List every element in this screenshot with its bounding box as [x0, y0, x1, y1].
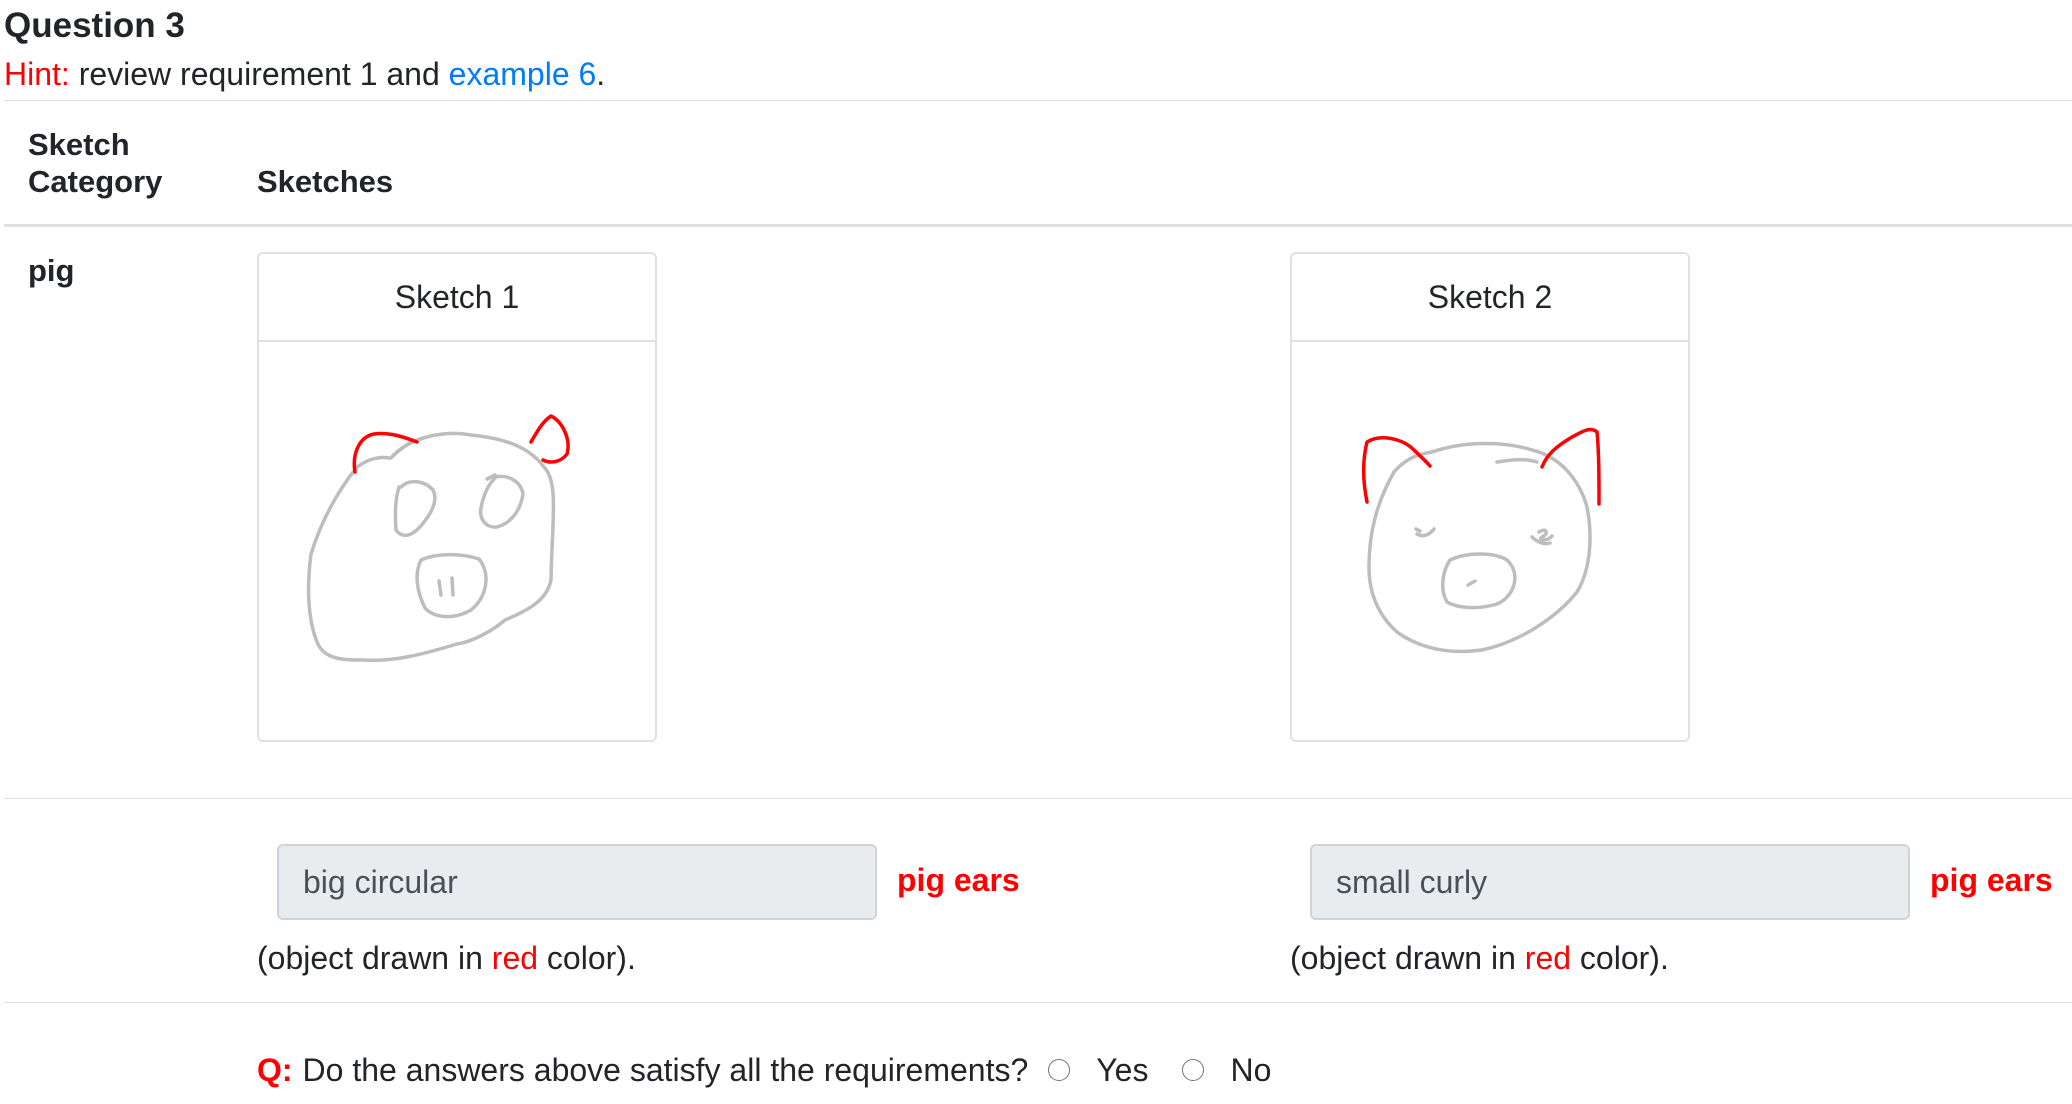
hint-label: Hint:: [4, 56, 70, 92]
no-radio[interactable]: [1182, 1059, 1205, 1081]
sketch-image-2: [1292, 342, 1688, 742]
question-label: Q:: [257, 1051, 293, 1088]
header-sketches: Sketches: [257, 164, 394, 199]
question-text: Do the answers above satisfy all the req…: [302, 1051, 1029, 1088]
note-suffix: color).: [538, 940, 636, 976]
hint: Hint: review requirement 1 and example 6…: [4, 56, 605, 93]
note-suffix: color).: [1571, 940, 1669, 976]
object-label-1: pig ears: [897, 862, 1020, 898]
answer-field-1[interactable]: big circular: [277, 844, 877, 920]
sketch-card-header: Sketch 1: [259, 254, 655, 342]
note-color: red: [1524, 940, 1572, 976]
pig-ears-strokes: [352, 414, 570, 474]
object-label-2: pig ears: [1930, 862, 2053, 898]
yes-label[interactable]: Yes: [1096, 1052, 1148, 1089]
example-link[interactable]: example 6: [449, 56, 597, 92]
note-prefix: (object drawn in: [257, 940, 492, 976]
pig-face-strokes: [306, 431, 556, 663]
sketch-image-1: [259, 342, 655, 742]
answer-field-2[interactable]: small curly: [1310, 844, 1910, 920]
header-sketch-category: Sketch Category: [28, 127, 163, 199]
note-1: (object drawn in red color).: [257, 940, 636, 977]
question-title: Question 3: [4, 6, 185, 45]
note-prefix: (object drawn in: [1290, 940, 1525, 976]
row-divider: [4, 798, 2072, 799]
hint-text: review requirement 1 and: [69, 56, 449, 92]
no-label[interactable]: No: [1230, 1052, 1271, 1089]
hint-end: .: [596, 56, 606, 92]
row-divider: [4, 1002, 2072, 1003]
note-2: (object drawn in red color).: [1290, 940, 1669, 977]
sketch-card-2: Sketch 2: [1290, 252, 1690, 742]
divider: [4, 100, 2072, 101]
category-label: pig: [28, 253, 75, 288]
header-divider: [4, 224, 2072, 227]
pig-face-strokes: [1367, 441, 1592, 654]
note-color: red: [491, 940, 539, 976]
sketch-card-1: Sketch 1: [257, 252, 657, 742]
requirements-question: Q: Do the answers above satisfy all the …: [257, 1050, 1271, 1090]
sketch-card-header: Sketch 2: [1292, 254, 1688, 342]
yes-radio[interactable]: [1048, 1059, 1071, 1081]
